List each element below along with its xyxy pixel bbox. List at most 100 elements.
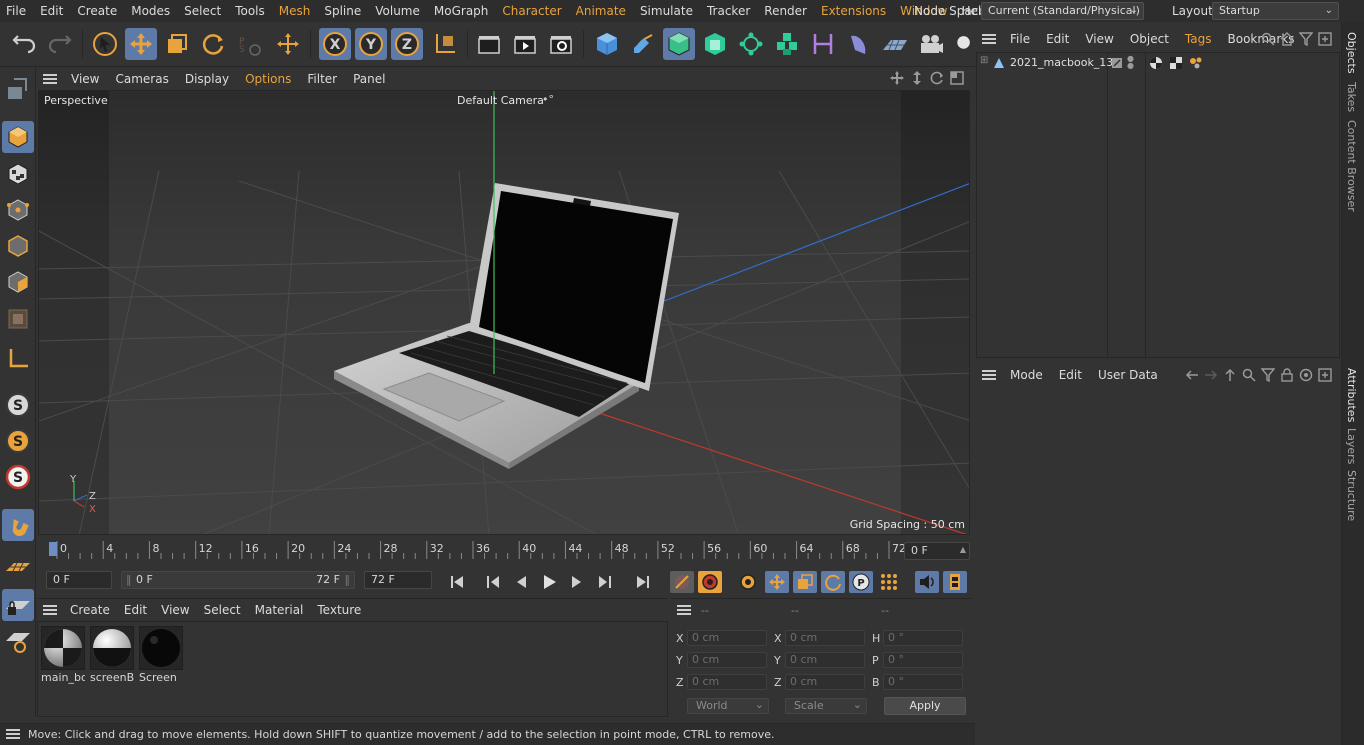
material-swatch[interactable]: main_bo [41, 626, 85, 686]
search-icon[interactable] [1242, 368, 1256, 382]
light-object-button[interactable] [951, 28, 973, 60]
record-scale-button[interactable] [793, 571, 817, 593]
hamburger-icon[interactable] [982, 34, 996, 44]
coordinate-system-button[interactable] [429, 28, 461, 60]
range-handle-left[interactable]: ‖ [126, 572, 132, 588]
material-swatch[interactable]: screenBc [90, 626, 134, 686]
rotate-tool-button[interactable] [197, 28, 229, 60]
visibility-dots-icon[interactable]: ● ● [1127, 55, 1134, 70]
record-rotation-button[interactable] [821, 571, 845, 593]
range-handle-right[interactable]: ‖ [345, 572, 351, 588]
uv-mode-button[interactable] [2, 303, 34, 335]
object-menu-file[interactable]: File [1002, 32, 1038, 46]
tab-attributes[interactable]: Attributes [1345, 368, 1358, 422]
coordinate-mode-dropdown[interactable]: World ⌄ [687, 698, 769, 714]
viewport-menu-cameras[interactable]: Cameras [107, 72, 176, 86]
menu-mograph[interactable]: MoGraph [427, 0, 496, 22]
viewport-menu-filter[interactable]: Filter [299, 72, 345, 86]
menu-modes[interactable]: Modes [124, 0, 177, 22]
keyframe-selection-button[interactable] [736, 571, 760, 593]
position-y-field[interactable]: 0 cm [687, 652, 767, 668]
add-panel-icon[interactable] [1318, 32, 1332, 46]
live-selection-button[interactable] [89, 28, 121, 60]
next-frame-button[interactable] [565, 571, 589, 593]
move-tool-button[interactable] [125, 28, 157, 60]
position-x-field[interactable]: 0 cm [687, 630, 767, 646]
cloner-button[interactable] [735, 28, 767, 60]
hamburger-icon[interactable] [6, 729, 20, 739]
forward-arrow-icon[interactable] [1204, 368, 1218, 382]
timeline-film-button[interactable] [943, 571, 967, 593]
camera-object-button[interactable] [915, 28, 947, 60]
pan-view-icon[interactable] [890, 71, 904, 85]
hamburger-icon[interactable] [982, 370, 996, 380]
apply-button[interactable]: Apply [884, 697, 966, 715]
subdivision-surface-button[interactable] [663, 28, 695, 60]
size-mode-dropdown[interactable]: Scale ⌄ [785, 698, 867, 714]
scale-z-field[interactable]: 0 cm [785, 674, 865, 690]
material-menu-edit[interactable]: Edit [117, 603, 154, 617]
x-axis-lock-button[interactable]: X [319, 28, 351, 60]
viewport-menu-view[interactable]: View [63, 72, 107, 86]
viewport-menu-panel[interactable]: Panel [345, 72, 393, 86]
object-menu-object[interactable]: Object [1122, 32, 1177, 46]
render-view-button[interactable] [473, 28, 505, 60]
play-button[interactable] [537, 571, 561, 593]
hamburger-icon[interactable] [43, 73, 57, 84]
go-to-end-button[interactable] [631, 571, 655, 593]
camera-label[interactable]: Default Camera [457, 94, 544, 107]
orbit-view-icon[interactable] [930, 71, 944, 85]
3d-viewport[interactable]: Y Z X Perspective Default Camera •° Grid… [38, 90, 970, 535]
redo-button[interactable] [44, 28, 76, 60]
rotation-b-field[interactable]: 0 ° [883, 674, 963, 690]
record-parameter-button[interactable]: P [849, 571, 873, 593]
locked-workplane-button[interactable] [2, 589, 34, 621]
tab-layers[interactable]: Layers [1345, 428, 1358, 464]
tree-row[interactable]: ⊞ 2021_macbook_13 ● ● [977, 53, 1339, 73]
frame-range-slider[interactable]: ‖ 0 F 72 F ‖ [121, 571, 355, 589]
render-to-picture-viewer-button[interactable] [509, 28, 541, 60]
record-point-level-button[interactable] [877, 571, 901, 593]
axis-mode-button[interactable] [2, 343, 34, 375]
model-mode-button[interactable] [2, 121, 34, 153]
rotation-p-field[interactable]: 0 ° [883, 652, 963, 668]
next-key-button[interactable] [593, 571, 617, 593]
object-name[interactable]: 2021_macbook_13 [1010, 56, 1113, 69]
rotation-h-field[interactable]: 0 ° [883, 630, 963, 646]
pen-tool-button[interactable] [627, 28, 659, 60]
workplane-button[interactable] [2, 553, 34, 585]
extrude-generator-button[interactable] [699, 28, 731, 60]
make-editable-button[interactable] [2, 73, 34, 105]
symmetry-button[interactable]: S [2, 461, 34, 493]
material-swatch[interactable]: Screen [139, 626, 183, 686]
add-panel-icon[interactable] [1318, 368, 1332, 382]
scale-x-field[interactable]: 0 cm [785, 630, 865, 646]
filter-icon[interactable] [1261, 368, 1275, 382]
soft-selection-button[interactable]: S [2, 425, 34, 457]
attribute-menu-user-data[interactable]: User Data [1090, 368, 1166, 382]
texture-tag-icon[interactable] [1169, 56, 1183, 70]
start-frame-field[interactable]: 0 F [46, 571, 112, 589]
autokey-button[interactable] [698, 571, 722, 593]
expand-icon[interactable]: ⊞ [980, 55, 988, 66]
hamburger-icon[interactable] [677, 605, 691, 615]
z-axis-lock-button[interactable]: Z [391, 28, 423, 60]
search-icon[interactable] [1261, 32, 1275, 46]
floor-object-button[interactable] [879, 28, 911, 60]
previous-frame-button[interactable] [509, 571, 533, 593]
previous-key-button[interactable] [481, 571, 505, 593]
tab-takes[interactable]: Takes [1345, 82, 1358, 112]
material-menu-select[interactable]: Select [197, 603, 248, 617]
go-to-start-button[interactable] [445, 571, 469, 593]
material-menu-create[interactable]: Create [63, 603, 117, 617]
scale-y-field[interactable]: 0 cm [785, 652, 865, 668]
point-mode-button[interactable] [2, 194, 34, 226]
camera-link-icon[interactable]: •° [542, 93, 554, 106]
field-button[interactable] [843, 28, 875, 60]
layer-edit-icon[interactable] [1111, 57, 1123, 69]
menu-animate[interactable]: Animate [569, 0, 633, 22]
tab-objects[interactable]: Objects [1345, 32, 1358, 74]
menu-edit[interactable]: Edit [33, 0, 70, 22]
transform-tool-button[interactable] [272, 28, 304, 60]
texture-mode-button[interactable] [2, 158, 34, 190]
